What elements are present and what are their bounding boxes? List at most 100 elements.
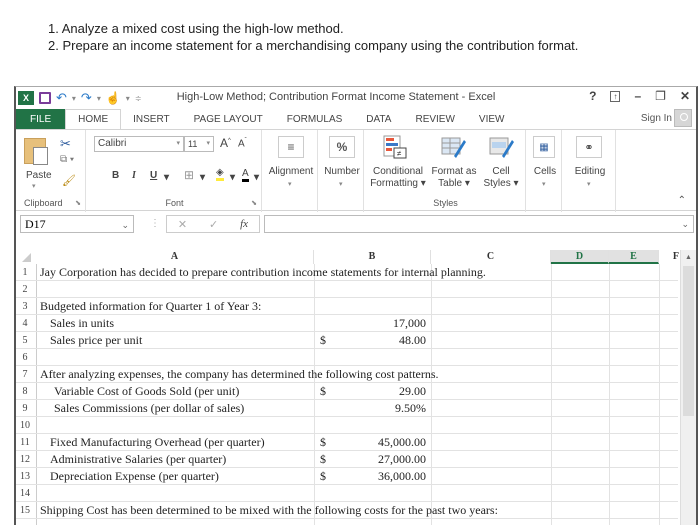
customize-qat-icon[interactable]: ≑: [135, 94, 142, 103]
tab-review[interactable]: REVIEW: [403, 109, 466, 129]
row-number[interactable]: 11: [16, 434, 34, 451]
column-header-a[interactable]: A: [36, 250, 314, 264]
font-size-dropdown-icon[interactable]: ▾: [206, 137, 210, 151]
borders-icon[interactable]: ⊞: [184, 168, 194, 182]
cell-b-value[interactable]: [356, 417, 426, 434]
cell-styles-icon[interactable]: [488, 134, 514, 160]
cell-b-value[interactable]: [356, 264, 426, 281]
tab-page-layout[interactable]: PAGE LAYOUT: [182, 109, 275, 129]
increase-font-size-icon[interactable]: A^: [220, 136, 231, 150]
scrollbar-thumb[interactable]: [683, 266, 694, 416]
cell-b-currency[interactable]: $: [320, 434, 326, 451]
cell-a[interactable]: Budgeted information for Quarter 1 of Ye…: [40, 298, 261, 315]
close-icon[interactable]: ✕: [680, 89, 690, 103]
cell-b-value[interactable]: 45,000.00: [356, 434, 426, 451]
paste-button[interactable]: Paste: [26, 170, 52, 181]
font-size-select[interactable]: 11 ▾: [184, 136, 214, 152]
row-number[interactable]: 13: [16, 468, 34, 485]
row-number[interactable]: 3: [16, 298, 34, 315]
cell-b-value[interactable]: [356, 366, 426, 383]
insert-function-icon[interactable]: fx: [240, 218, 248, 230]
column-header-c[interactable]: C: [431, 250, 551, 264]
column-header-b[interactable]: B: [314, 250, 431, 264]
tab-file[interactable]: FILE: [16, 109, 66, 129]
cell-a[interactable]: Sales in units: [50, 315, 114, 332]
cell-b-value[interactable]: 27,000.00: [356, 451, 426, 468]
cell-b-value[interactable]: 29.00: [356, 383, 426, 400]
font-launcher-icon[interactable]: ⬊: [251, 199, 257, 207]
tab-insert[interactable]: INSERT: [121, 109, 182, 129]
column-header-f[interactable]: F: [659, 250, 681, 264]
cell-a[interactable]: Fixed Manufacturing Overhead (per quarte…: [50, 434, 265, 451]
column-header-e[interactable]: E: [609, 250, 659, 264]
undo-dropdown-icon[interactable]: ▾: [72, 94, 76, 103]
redo-icon[interactable]: ↷: [81, 90, 92, 106]
row-number[interactable]: 7: [16, 366, 34, 383]
formula-bar-splitter[interactable]: ⋮: [150, 218, 160, 229]
cell-a[interactable]: Sales price per unit: [50, 332, 142, 349]
cell-styles-button[interactable]: Cell Styles ▾: [480, 166, 522, 190]
row-number[interactable]: 4: [16, 315, 34, 332]
cut-icon[interactable]: ✂: [60, 136, 71, 152]
cells-group[interactable]: ▦ Cells ▾: [528, 130, 562, 212]
cell-b-value[interactable]: 17,000: [356, 315, 426, 332]
cancel-icon[interactable]: ✕: [178, 218, 187, 231]
font-name-select[interactable]: Calibri ▾: [94, 136, 184, 152]
cell-b-value[interactable]: 36,000.00: [356, 468, 426, 485]
decrease-font-size-icon[interactable]: Aˇ: [238, 138, 247, 149]
font-name-dropdown-icon[interactable]: ▾: [176, 137, 180, 151]
fill-color-icon[interactable]: ◈: [216, 168, 224, 181]
row-number[interactable]: 9: [16, 400, 34, 417]
cell-b-value[interactable]: [356, 485, 426, 502]
cell-b-value[interactable]: [356, 349, 426, 366]
italic-button[interactable]: I: [132, 170, 136, 181]
sign-in-link[interactable]: Sign In: [641, 113, 672, 124]
redo-dropdown-icon[interactable]: ▾: [97, 94, 101, 103]
ribbon-display-options-icon[interactable]: ↑: [610, 90, 621, 102]
conditional-formatting-button[interactable]: Conditional Formatting ▾: [368, 166, 428, 190]
cell-b-value[interactable]: [356, 502, 426, 519]
help-button[interactable]: ?: [589, 89, 596, 103]
row-number[interactable]: 10: [16, 417, 34, 434]
row-number[interactable]: 14: [16, 485, 34, 502]
enter-icon[interactable]: ✓: [209, 218, 218, 231]
avatar-icon[interactable]: [674, 109, 692, 127]
row-number[interactable]: 8: [16, 383, 34, 400]
formula-input[interactable]: ⌄: [264, 215, 694, 233]
sign-in[interactable]: Sign In: [641, 109, 692, 127]
fill-color-dropdown-icon[interactable]: ▾: [230, 172, 235, 183]
scroll-up-icon[interactable]: ▲: [681, 250, 696, 264]
tab-home[interactable]: HOME: [65, 109, 122, 129]
tab-view[interactable]: VIEW: [467, 109, 517, 129]
row-number[interactable]: 5: [16, 332, 34, 349]
font-color-icon[interactable]: A: [242, 168, 249, 182]
cell-b-currency[interactable]: $: [320, 468, 326, 485]
row-number[interactable]: 6: [16, 349, 34, 366]
paste-dropdown-icon[interactable]: ▾: [32, 182, 36, 190]
undo-icon[interactable]: ↶: [56, 90, 67, 106]
touch-mode-icon[interactable]: ☝: [106, 91, 121, 105]
name-box[interactable]: D17 ⌄: [20, 215, 134, 233]
cell-b-currency[interactable]: $: [320, 383, 326, 400]
format-painter-icon[interactable]: 🖌: [62, 174, 76, 187]
cell-b-value[interactable]: [356, 281, 426, 298]
cell-a[interactable]: Sales Commissions (per dollar of sales): [54, 400, 244, 417]
cell-a[interactable]: Administrative Salaries (per quarter): [50, 451, 226, 468]
number-group[interactable]: % Number ▾: [320, 130, 364, 212]
conditional-formatting-icon[interactable]: ≠: [382, 134, 408, 160]
paste-icon[interactable]: [24, 138, 48, 165]
cell-a[interactable]: Variable Cost of Goods Sold (per unit): [54, 383, 239, 400]
tab-data[interactable]: DATA: [354, 109, 403, 129]
save-icon[interactable]: [39, 92, 51, 104]
expand-formula-bar-icon[interactable]: ⌄: [681, 219, 689, 230]
select-all-corner[interactable]: [16, 250, 36, 264]
vertical-scrollbar[interactable]: ▲: [680, 250, 696, 525]
name-box-dropdown-icon[interactable]: ⌄: [121, 217, 129, 233]
row-number[interactable]: 2: [16, 281, 34, 298]
cell-b-value[interactable]: 9.50%: [356, 400, 426, 417]
font-color-dropdown-icon[interactable]: ▾: [254, 172, 259, 183]
clipboard-launcher-icon[interactable]: ⬊: [75, 199, 81, 207]
underline-button[interactable]: U: [150, 170, 157, 181]
borders-dropdown-icon[interactable]: ▾: [200, 172, 205, 183]
editing-group[interactable]: ⚭ Editing ▾: [564, 130, 616, 212]
